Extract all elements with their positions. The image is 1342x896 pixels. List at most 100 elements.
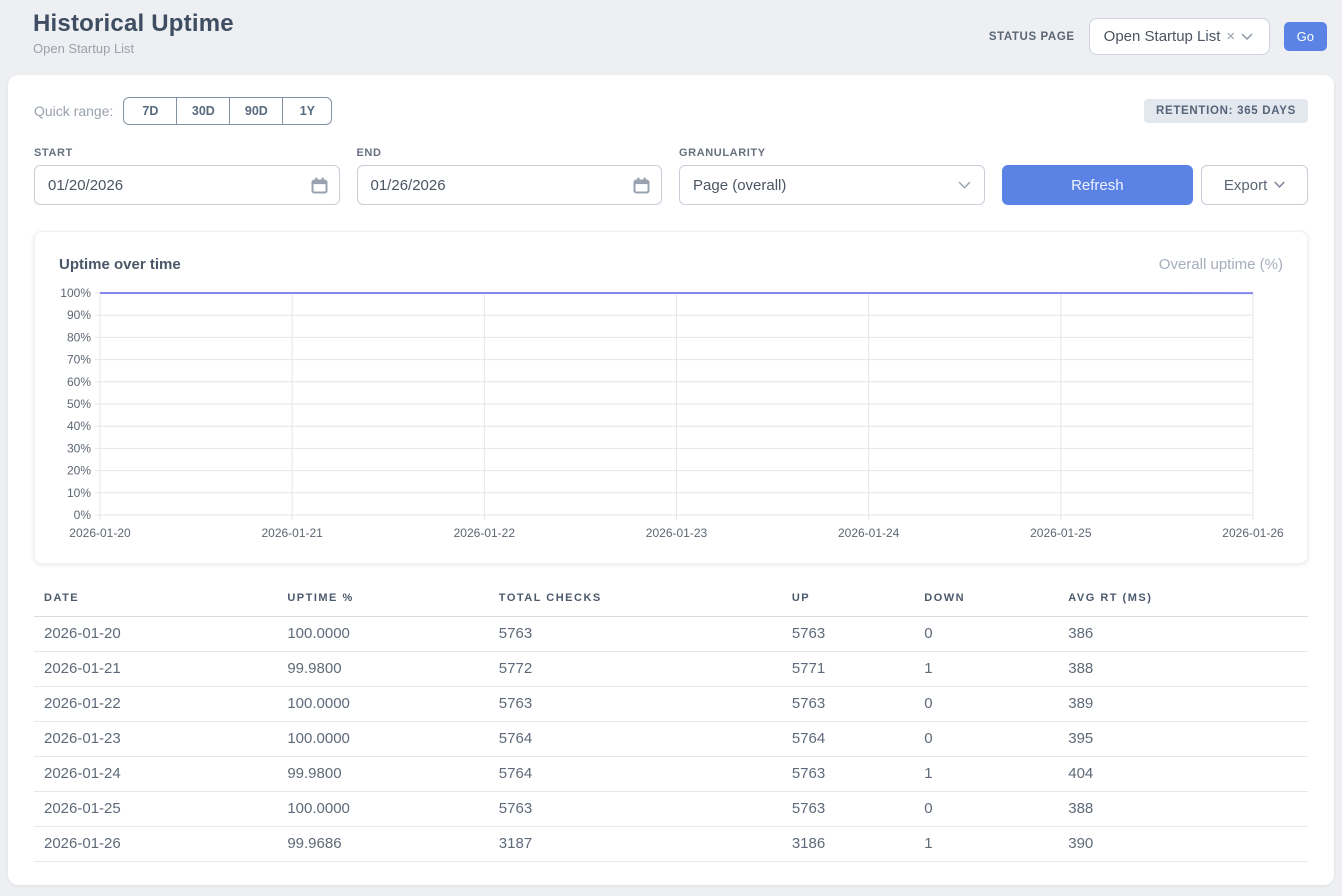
table-cell: 389 xyxy=(1058,687,1308,722)
uptime-table-body: 2026-01-20100.00005763576303862026-01-21… xyxy=(34,617,1308,862)
quick-range-buttons: 7D 30D 90D 1Y xyxy=(123,97,332,125)
quick-range-7d-button[interactable]: 7D xyxy=(123,97,177,125)
clear-selection-icon[interactable]: × xyxy=(1226,29,1235,44)
granularity-field: GRANULARITY Page (overall) xyxy=(679,147,985,205)
table-cell: 388 xyxy=(1058,792,1308,827)
end-date-input[interactable] xyxy=(357,165,663,205)
table-cell: 1 xyxy=(914,652,1058,687)
table-cell: 99.9800 xyxy=(277,652,488,687)
chevron-down-icon xyxy=(1274,181,1285,189)
svg-text:2026-01-20: 2026-01-20 xyxy=(69,526,131,540)
table-cell: 99.9800 xyxy=(277,757,488,792)
column-header-avg-rt-ms-: AVG RT (MS) xyxy=(1058,588,1308,617)
column-header-total-checks: TOTAL CHECKS xyxy=(489,588,782,617)
header-controls: STATUS PAGE Open Startup List × Go xyxy=(989,18,1327,55)
page-header: Historical Uptime Open Startup List STAT… xyxy=(0,0,1342,64)
uptime-chart-card: Uptime over time Overall uptime (%) 0%10… xyxy=(34,231,1308,564)
start-date-field: START xyxy=(34,147,340,205)
svg-text:80%: 80% xyxy=(67,330,91,344)
svg-text:30%: 30% xyxy=(67,441,91,455)
status-page-select-value: Open Startup List xyxy=(1104,28,1221,45)
granularity-select[interactable]: Page (overall) xyxy=(679,165,985,205)
svg-text:2026-01-23: 2026-01-23 xyxy=(646,526,708,540)
table-cell: 2026-01-26 xyxy=(34,827,277,862)
main-panel: Quick range: 7D 30D 90D 1Y RETENTION: 36… xyxy=(8,75,1334,885)
granularity-select-value: Page (overall) xyxy=(693,177,786,194)
svg-text:2026-01-25: 2026-01-25 xyxy=(1030,526,1092,540)
filter-row: START END GRANULARITY Page (overall) xyxy=(34,147,1308,205)
svg-text:60%: 60% xyxy=(67,375,91,389)
calendar-icon[interactable] xyxy=(633,177,650,199)
svg-text:2026-01-22: 2026-01-22 xyxy=(454,526,516,540)
table-row: 2026-01-23100.0000576457640395 xyxy=(34,722,1308,757)
table-cell: 100.0000 xyxy=(277,722,488,757)
quick-range-30d-button[interactable]: 30D xyxy=(176,97,230,125)
svg-text:20%: 20% xyxy=(67,464,91,478)
table-cell: 2026-01-23 xyxy=(34,722,277,757)
table-cell: 1 xyxy=(914,757,1058,792)
svg-text:2026-01-26: 2026-01-26 xyxy=(1222,526,1284,540)
svg-text:10%: 10% xyxy=(67,486,91,500)
table-row: 2026-01-20100.0000576357630386 xyxy=(34,617,1308,652)
table-cell: 5763 xyxy=(489,792,782,827)
chevron-down-icon xyxy=(958,181,971,190)
calendar-icon[interactable] xyxy=(311,177,328,199)
table-cell: 5763 xyxy=(782,687,914,722)
table-cell: 2026-01-22 xyxy=(34,687,277,722)
refresh-button[interactable]: Refresh xyxy=(1002,165,1194,205)
table-cell: 99.9686 xyxy=(277,827,488,862)
start-date-label: START xyxy=(34,147,340,159)
quick-range-90d-button[interactable]: 90D xyxy=(229,97,283,125)
quick-range-label: Quick range: xyxy=(34,103,113,119)
table-row: 2026-01-2499.9800576457631404 xyxy=(34,757,1308,792)
table-cell: 386 xyxy=(1058,617,1308,652)
table-cell: 3186 xyxy=(782,827,914,862)
quick-range-1y-button[interactable]: 1Y xyxy=(282,97,332,125)
table-cell: 100.0000 xyxy=(277,792,488,827)
retention-badge: RETENTION: 365 DAYS xyxy=(1144,99,1308,123)
title-block: Historical Uptime Open Startup List xyxy=(33,10,234,56)
table-cell: 5763 xyxy=(782,757,914,792)
svg-text:0%: 0% xyxy=(74,508,92,522)
quick-range-group: Quick range: 7D 30D 90D 1Y xyxy=(34,97,332,125)
column-header-up: UP xyxy=(782,588,914,617)
table-cell: 100.0000 xyxy=(277,687,488,722)
table-cell: 5764 xyxy=(782,722,914,757)
go-button[interactable]: Go xyxy=(1284,22,1327,51)
svg-text:2026-01-24: 2026-01-24 xyxy=(838,526,900,540)
table-cell: 404 xyxy=(1058,757,1308,792)
uptime-table: DATEUPTIME %TOTAL CHECKSUPDOWNAVG RT (MS… xyxy=(34,588,1308,862)
table-cell: 0 xyxy=(914,792,1058,827)
table-row: 2026-01-25100.0000576357630388 xyxy=(34,792,1308,827)
end-date-label: END xyxy=(357,147,663,159)
column-header-date: DATE xyxy=(34,588,277,617)
uptime-line-chart: 0%10%20%30%40%50%60%70%80%90%100%2026-01… xyxy=(59,283,1283,545)
page-title: Historical Uptime xyxy=(33,10,234,38)
table-cell: 5763 xyxy=(489,687,782,722)
status-page-select[interactable]: Open Startup List × xyxy=(1089,18,1270,55)
start-date-input[interactable] xyxy=(34,165,340,205)
table-cell: 5763 xyxy=(782,617,914,652)
status-page-label: STATUS PAGE xyxy=(989,31,1075,43)
table-cell: 2026-01-20 xyxy=(34,617,277,652)
uptime-table-header: DATEUPTIME %TOTAL CHECKSUPDOWNAVG RT (MS… xyxy=(34,588,1308,617)
table-cell: 5771 xyxy=(782,652,914,687)
table-cell: 0 xyxy=(914,722,1058,757)
table-cell: 5772 xyxy=(489,652,782,687)
table-cell: 388 xyxy=(1058,652,1308,687)
table-row: 2026-01-22100.0000576357630389 xyxy=(34,687,1308,722)
table-cell: 395 xyxy=(1058,722,1308,757)
chevron-down-icon xyxy=(1241,33,1253,41)
export-button[interactable]: Export xyxy=(1201,165,1308,205)
table-cell: 100.0000 xyxy=(277,617,488,652)
table-cell: 390 xyxy=(1058,827,1308,862)
table-cell: 2026-01-25 xyxy=(34,792,277,827)
page-subtitle: Open Startup List xyxy=(33,41,234,56)
svg-text:70%: 70% xyxy=(67,353,91,367)
svg-text:50%: 50% xyxy=(67,397,91,411)
table-row: 2026-01-2199.9800577257711388 xyxy=(34,652,1308,687)
svg-text:2026-01-21: 2026-01-21 xyxy=(261,526,323,540)
table-cell: 5763 xyxy=(782,792,914,827)
table-cell: 2026-01-21 xyxy=(34,652,277,687)
toolbar-row: Quick range: 7D 30D 90D 1Y RETENTION: 36… xyxy=(34,97,1308,125)
